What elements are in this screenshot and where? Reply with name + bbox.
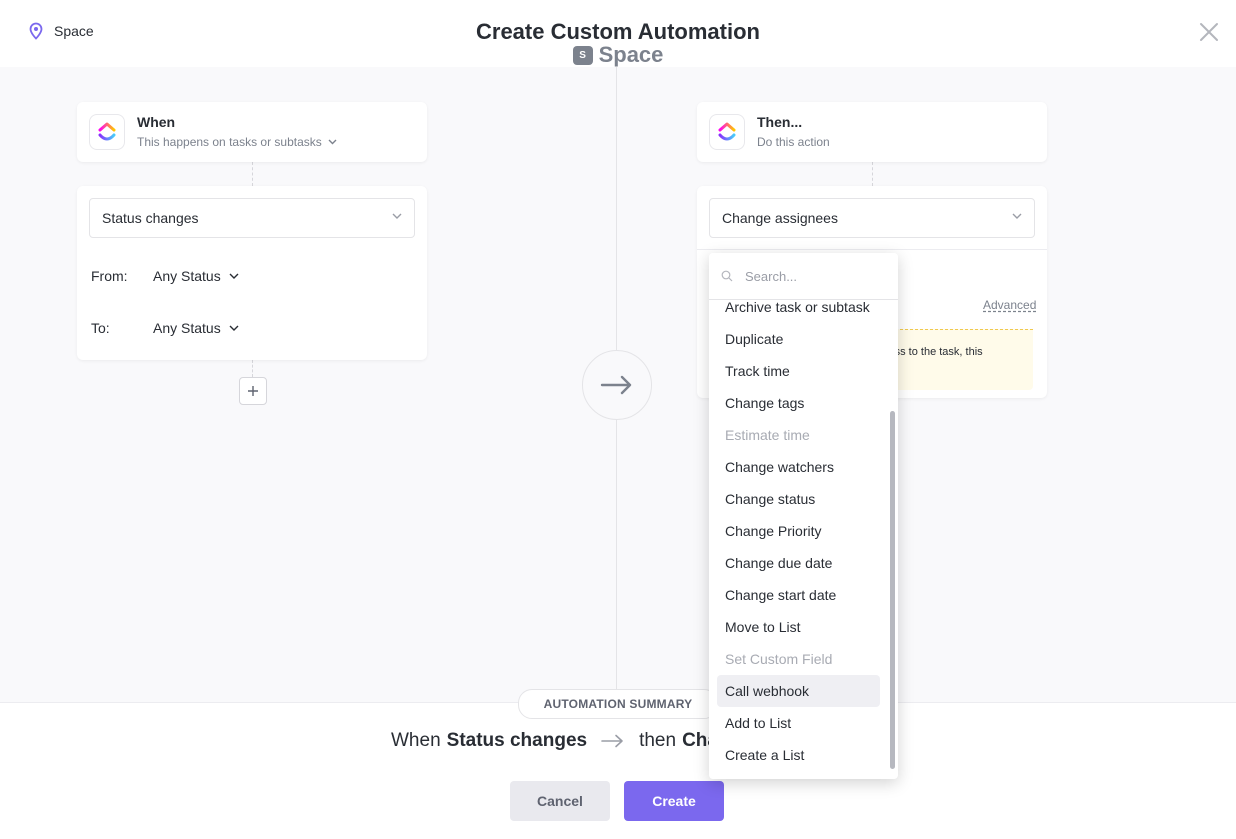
dropdown-option[interactable]: Create a List: [717, 739, 880, 771]
trigger-header-card[interactable]: When This happens on tasks or subtasks: [77, 102, 427, 162]
space-name: Space: [598, 42, 664, 67]
close-icon: [1200, 23, 1218, 41]
chevron-down-icon: [229, 325, 239, 331]
from-label: From:: [91, 268, 128, 284]
dropdown-options: Archive task or subtask Duplicate Track ti…: [709, 291, 898, 771]
action-connector: [872, 162, 873, 186]
chevron-down-icon: [392, 213, 402, 219]
from-status-dropdown[interactable]: Any Status: [153, 268, 239, 284]
dropdown-option[interactable]: Change due date: [717, 547, 880, 579]
dropdown-option[interactable]: Change tags: [717, 387, 880, 419]
dropdown-option: Set Custom Field: [725, 651, 833, 667]
trigger-config-card: Status changes From: Any Status To: Any …: [77, 186, 427, 360]
dropdown-scrollbar[interactable]: [890, 411, 895, 769]
access-notice: cess to the task, this: [875, 329, 1033, 390]
space-badge: S: [572, 45, 593, 65]
dropdown-option[interactable]: Duplicate: [717, 323, 880, 355]
dropdown-option[interactable]: Move to List: [717, 611, 880, 643]
summary-when: When: [391, 730, 441, 751]
dropdown-option[interactable]: Call webhook: [717, 675, 880, 707]
action-dropdown-menu: Archive task or subtaskDuplicateTrack ti…: [709, 253, 898, 779]
to-status-value: Any Status: [153, 320, 221, 336]
plus-icon: [248, 386, 258, 396]
action-select[interactable]: Change assignees: [709, 198, 1035, 238]
chevron-down-icon: [328, 139, 337, 145]
action-subheading: Do this action: [757, 135, 830, 149]
dropdown-option[interactable]: Track time: [717, 355, 880, 387]
space-indicator: S Space: [0, 42, 1236, 68]
summary-footer: AUTOMATION SUMMARY When Status changes t…: [0, 689, 1236, 839]
add-condition-button[interactable]: [239, 377, 267, 405]
action-select-value: Change assignees: [722, 210, 838, 226]
advanced-link[interactable]: Advanced: [983, 298, 1036, 312]
close-button[interactable]: [1198, 21, 1220, 43]
dropdown-option: Estimate time: [725, 427, 810, 443]
action-heading: Then...: [757, 114, 803, 130]
add-connector: [252, 360, 253, 377]
clickup-logo-icon: [709, 114, 745, 150]
dropdown-option[interactable]: Change watchers: [717, 451, 880, 483]
flow-arrow: [582, 350, 652, 420]
cancel-button[interactable]: Cancel: [510, 781, 610, 821]
dropdown-option[interactable]: Add to List: [717, 707, 880, 739]
dropdown-search-input[interactable]: [745, 265, 875, 287]
from-status-value: Any Status: [153, 268, 221, 284]
automation-summary-text: When Status changes then Cha: [391, 730, 718, 752]
trigger-scope-dropdown[interactable]: This happens on tasks or subtasks: [137, 135, 337, 149]
create-button[interactable]: Create: [624, 781, 724, 821]
trigger-scope-label: This happens on tasks or subtasks: [137, 135, 322, 149]
trigger-heading: When: [137, 114, 176, 130]
arrow-right-icon: [600, 375, 632, 395]
clickup-logo-icon: [89, 114, 125, 150]
chevron-down-icon: [229, 273, 239, 279]
summary-then: then: [639, 730, 677, 751]
to-status-dropdown[interactable]: Any Status: [153, 320, 239, 336]
arrow-right-icon: [601, 734, 625, 748]
action-divider: [697, 249, 1047, 250]
trigger-connector: [252, 162, 253, 186]
dropdown-option[interactable]: Change status: [717, 483, 880, 515]
automation-canvas: When This happens on tasks or subtasks S…: [0, 67, 1236, 702]
chevron-down-icon: [1012, 213, 1022, 219]
dropdown-option[interactable]: Change start date: [717, 579, 880, 611]
to-label: To:: [91, 320, 110, 336]
trigger-select-value: Status changes: [102, 210, 199, 226]
automation-summary-pill: AUTOMATION SUMMARY: [518, 689, 718, 719]
summary-trigger: Status changes: [446, 730, 588, 751]
action-header-card: Then... Do this action: [697, 102, 1047, 162]
trigger-select[interactable]: Status changes: [89, 198, 415, 238]
dropdown-option[interactable]: Change Priority: [717, 515, 880, 547]
search-icon: [721, 270, 733, 282]
dropdown-search: [709, 253, 898, 300]
modal-header: Space Create Custom Automation S Space: [0, 0, 1236, 67]
